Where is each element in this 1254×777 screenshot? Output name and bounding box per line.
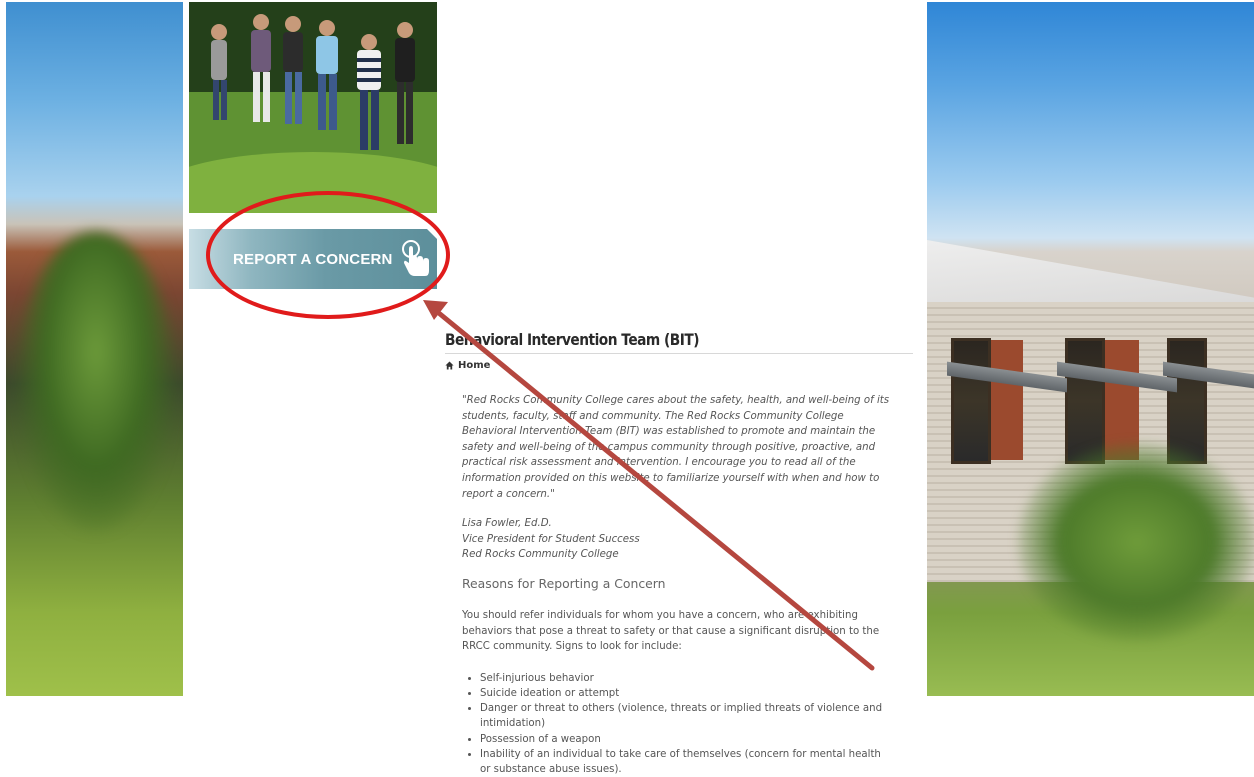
section-intro: You should refer individuals for whom yo… bbox=[462, 609, 880, 653]
signs-list: Self-injurious behavior Suicide ideation… bbox=[462, 671, 892, 777]
students-photo bbox=[189, 2, 437, 213]
page-title: Behavioral Intervention Team (BIT) bbox=[445, 330, 700, 349]
page-body: "Red Rocks Community College cares about… bbox=[445, 393, 892, 777]
signature-org: Red Rocks Community College bbox=[462, 548, 619, 560]
list-item: Suicide ideation or attempt bbox=[480, 686, 892, 701]
students-illustration bbox=[189, 2, 437, 213]
list-item: Possession of a weapon bbox=[480, 732, 892, 747]
list-item: Self-injurious behavior bbox=[480, 671, 892, 686]
list-item: Inability of an individual to take care … bbox=[480, 747, 892, 777]
hand-pointer-icon bbox=[401, 240, 429, 276]
list-item: Danger or threat to others (violence, th… bbox=[480, 701, 892, 731]
signature-title: Vice President for Student Success bbox=[462, 533, 640, 545]
title-divider bbox=[445, 353, 913, 354]
background-photo-left bbox=[6, 2, 183, 696]
signature-block: Lisa Fowler, Ed.D. Vice President for St… bbox=[462, 516, 892, 562]
background-tree bbox=[16, 232, 176, 532]
annotation-arrowhead bbox=[423, 300, 448, 320]
president-quote: "Red Rocks Community College cares about… bbox=[462, 395, 890, 500]
background-photo-right bbox=[927, 2, 1254, 696]
section-heading: Reasons for Reporting a Concern bbox=[462, 576, 666, 592]
home-icon bbox=[445, 361, 454, 370]
report-a-concern-button[interactable]: REPORT A CONCERN bbox=[189, 229, 437, 289]
signature-name: Lisa Fowler, Ed.D. bbox=[462, 518, 552, 530]
breadcrumb-home-link[interactable]: Home bbox=[458, 360, 490, 371]
background-bush bbox=[1017, 442, 1254, 642]
main-content: Behavioral Intervention Team (BIT) Home … bbox=[445, 330, 913, 777]
report-a-concern-label: REPORT A CONCERN bbox=[233, 250, 393, 268]
breadcrumb: Home bbox=[445, 360, 913, 371]
